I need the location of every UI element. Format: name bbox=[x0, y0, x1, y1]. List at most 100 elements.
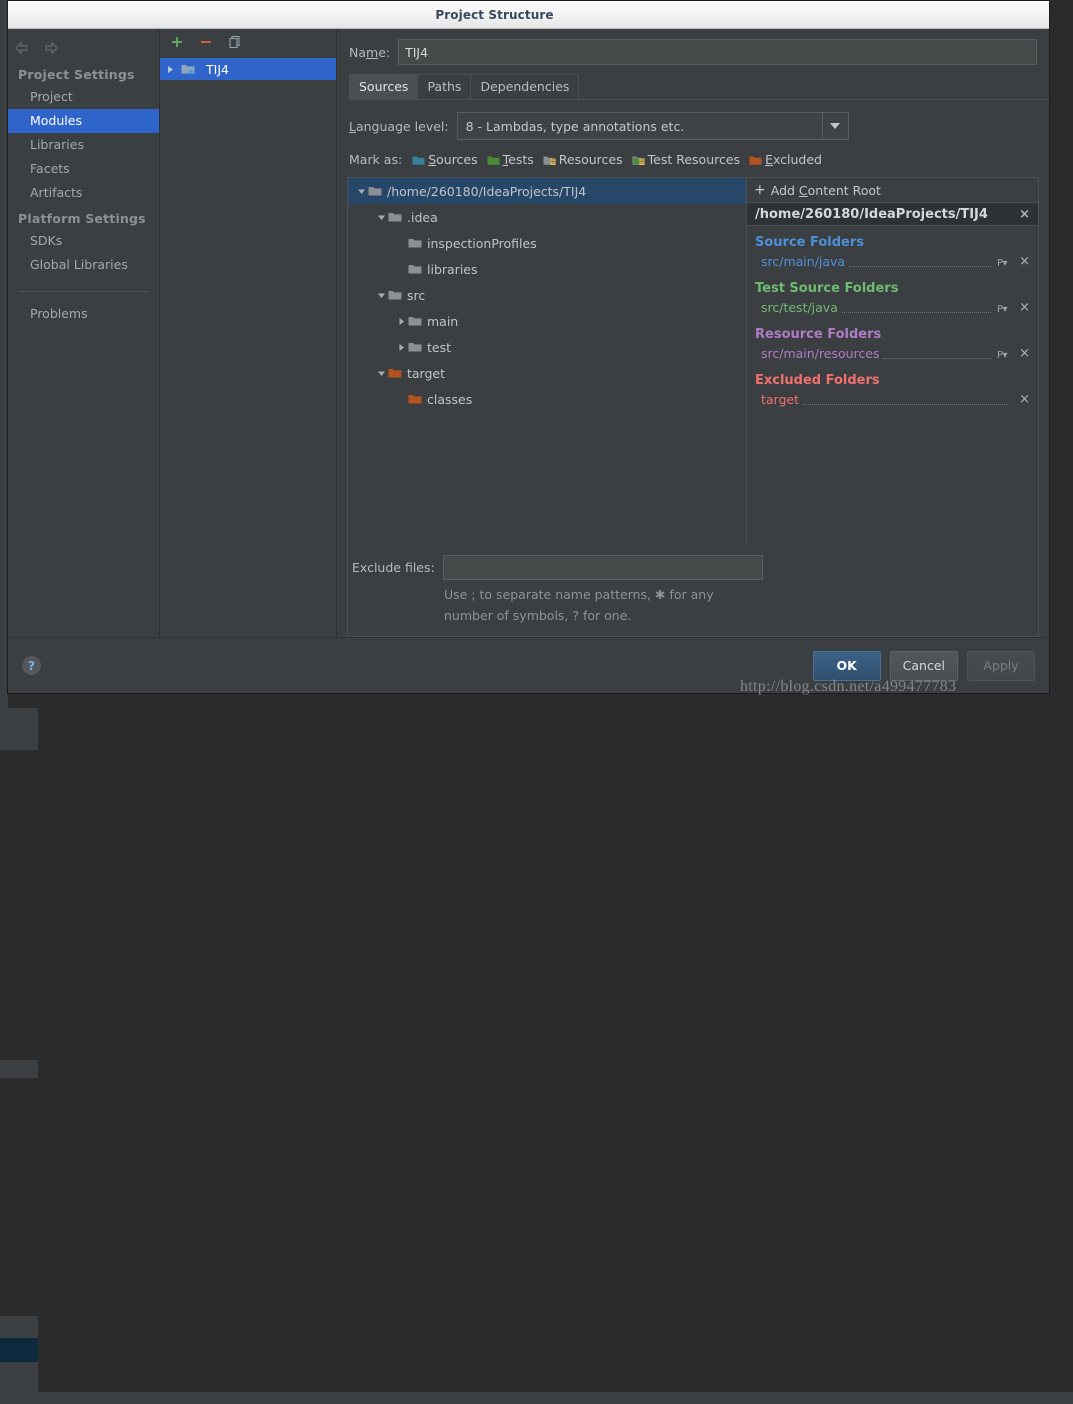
folder-icon bbox=[388, 211, 402, 223]
file-tree-row[interactable]: target bbox=[348, 360, 746, 386]
remove-excluded-folder-icon[interactable]: × bbox=[1013, 392, 1030, 407]
dotted-filler bbox=[842, 302, 991, 313]
module-folder-icon bbox=[181, 63, 195, 75]
package-prefix-icon[interactable]: P▾ bbox=[997, 304, 1011, 315]
mark-as-test-resources-label: Test Resources bbox=[648, 152, 740, 167]
sidebar-item-problems[interactable]: Problems bbox=[8, 302, 159, 326]
sidebar-item-artifacts[interactable]: Artifacts bbox=[8, 181, 159, 205]
sources-folder-icon bbox=[412, 154, 425, 165]
package-prefix-icon[interactable]: P▾ bbox=[997, 350, 1011, 361]
resource-folder-path: src/main/resources bbox=[761, 346, 879, 361]
chevron-right-icon[interactable] bbox=[166, 65, 175, 74]
modules-toolbar bbox=[160, 29, 336, 55]
chevron-down-icon[interactable] bbox=[374, 291, 388, 300]
bg-right-top bbox=[0, 708, 38, 750]
bg-bottom-strip bbox=[0, 1392, 1073, 1404]
excluded-folder-path: target bbox=[761, 392, 799, 407]
remove-content-root-icon[interactable]: × bbox=[1013, 207, 1030, 222]
content-roots-panel: + Add Content Root /home/260180/IdeaProj… bbox=[746, 178, 1038, 545]
exclude-files-input[interactable] bbox=[443, 555, 763, 580]
file-tree-row[interactable]: .idea bbox=[348, 204, 746, 230]
file-tree-row[interactable]: /home/260180/IdeaProjects/TIJ4 bbox=[348, 178, 746, 204]
forward-arrow-icon[interactable] bbox=[43, 40, 59, 56]
modules-tree[interactable]: TIJ4 bbox=[160, 55, 336, 637]
content-file-tree[interactable]: /home/260180/IdeaProjects/TIJ4 .idea bbox=[348, 178, 746, 545]
add-module-icon[interactable] bbox=[169, 34, 185, 50]
file-tree-row[interactable]: classes bbox=[348, 386, 746, 412]
sidebar-item-facets[interactable]: Facets bbox=[8, 157, 159, 181]
dotted-filler bbox=[849, 256, 991, 267]
module-tree-row-tij4[interactable]: TIJ4 bbox=[160, 58, 336, 80]
mark-as-row: Mark as: Sources Tests bbox=[347, 140, 1039, 177]
excluded-folder-row[interactable]: target × bbox=[747, 390, 1038, 410]
language-level-select[interactable]: 8 - Lambdas, type annotations etc. bbox=[457, 112, 849, 140]
sidebar-item-modules[interactable]: Modules bbox=[8, 109, 159, 133]
mark-as-resources-button[interactable]: Resources bbox=[543, 152, 623, 167]
cancel-button[interactable]: Cancel bbox=[890, 651, 958, 681]
bg-right-low bbox=[0, 1078, 38, 1316]
sidebar-item-libraries[interactable]: Libraries bbox=[8, 133, 159, 157]
copy-module-icon[interactable] bbox=[227, 34, 243, 50]
resources-folder-icon bbox=[543, 154, 556, 165]
chevron-right-icon[interactable] bbox=[394, 317, 408, 326]
dialog-footer: ? OK Cancel Apply bbox=[8, 637, 1049, 693]
folder-icon bbox=[368, 185, 382, 197]
bg-right-bar bbox=[0, 1316, 38, 1338]
mark-as-sources-label: Sources bbox=[428, 152, 477, 167]
sidebar-item-global-libraries[interactable]: Global Libraries bbox=[8, 253, 159, 277]
back-arrow-icon[interactable] bbox=[14, 40, 30, 56]
tab-paths[interactable]: Paths bbox=[417, 74, 471, 99]
chevron-down-icon[interactable] bbox=[354, 187, 368, 196]
source-folder-row[interactable]: src/main/java P▾ × bbox=[747, 252, 1038, 272]
ok-button[interactable]: OK bbox=[813, 651, 881, 681]
file-tree-row[interactable]: main bbox=[348, 308, 746, 334]
test-source-folder-row[interactable]: src/test/java P▾ × bbox=[747, 298, 1038, 318]
apply-button[interactable]: Apply bbox=[967, 651, 1035, 681]
plus-icon: + bbox=[754, 183, 766, 197]
settings-sidebar: Project Settings Project Modules Librari… bbox=[8, 29, 160, 637]
test-source-folder-path: src/test/java bbox=[761, 300, 838, 315]
remove-test-source-folder-icon[interactable]: × bbox=[1013, 300, 1030, 315]
chevron-right-icon[interactable] bbox=[394, 343, 408, 352]
tab-sources[interactable]: Sources bbox=[349, 74, 418, 99]
mark-as-excluded-button[interactable]: Excluded bbox=[749, 152, 822, 167]
remove-resource-folder-icon[interactable]: × bbox=[1013, 346, 1030, 361]
excluded-folder-icon bbox=[749, 154, 762, 165]
mark-as-sources-button[interactable]: Sources bbox=[412, 152, 477, 167]
chevron-down-icon[interactable] bbox=[374, 369, 388, 378]
add-content-root-button[interactable]: + Add Content Root bbox=[747, 178, 1038, 202]
bg-right-selected-row bbox=[0, 1338, 38, 1362]
sidebar-navigation bbox=[8, 35, 159, 61]
package-prefix-icon[interactable]: P▾ bbox=[997, 258, 1011, 269]
chevron-down-icon[interactable] bbox=[822, 113, 848, 139]
tab-dependencies[interactable]: Dependencies bbox=[470, 74, 579, 99]
help-button[interactable]: ? bbox=[22, 656, 41, 675]
file-tree-row[interactable]: src bbox=[348, 282, 746, 308]
exclude-hint-line-2: number of symbols, ? for one. bbox=[444, 605, 1038, 626]
folder-icon bbox=[408, 263, 422, 275]
chevron-down-icon[interactable] bbox=[374, 213, 388, 222]
dotted-filler bbox=[803, 394, 1007, 405]
module-name-input[interactable] bbox=[398, 39, 1037, 65]
content-root-path: /home/260180/IdeaProjects/TIJ4 bbox=[755, 207, 1013, 222]
sidebar-item-project[interactable]: Project bbox=[8, 85, 159, 109]
name-field-label: Name: bbox=[349, 45, 390, 60]
file-tree-row[interactable]: inspectionProfiles bbox=[348, 230, 746, 256]
file-tree-label: test bbox=[427, 340, 451, 355]
file-tree-row[interactable]: libraries bbox=[348, 256, 746, 282]
file-tree-label: classes bbox=[427, 392, 472, 407]
remove-source-folder-icon[interactable]: × bbox=[1013, 254, 1030, 269]
sidebar-item-sdks[interactable]: SDKs bbox=[8, 229, 159, 253]
mark-as-test-resources-button[interactable]: Test Resources bbox=[632, 152, 740, 167]
remove-module-icon[interactable] bbox=[198, 34, 214, 50]
folder-icon bbox=[408, 315, 422, 327]
dialog-title: Project Structure bbox=[435, 8, 553, 22]
mark-as-tests-button[interactable]: Tests bbox=[487, 152, 534, 167]
sidebar-group-platform-settings: Platform Settings bbox=[8, 205, 159, 229]
file-tree-row[interactable]: test bbox=[348, 334, 746, 360]
resource-folder-row[interactable]: src/main/resources P▾ × bbox=[747, 344, 1038, 364]
test-source-folders-title: Test Source Folders bbox=[747, 272, 1038, 298]
module-name-label: TIJ4 bbox=[206, 62, 229, 77]
module-editor: Name: Sources Paths Dependencies Languag… bbox=[337, 29, 1049, 637]
module-name-row: Name: bbox=[337, 29, 1049, 65]
